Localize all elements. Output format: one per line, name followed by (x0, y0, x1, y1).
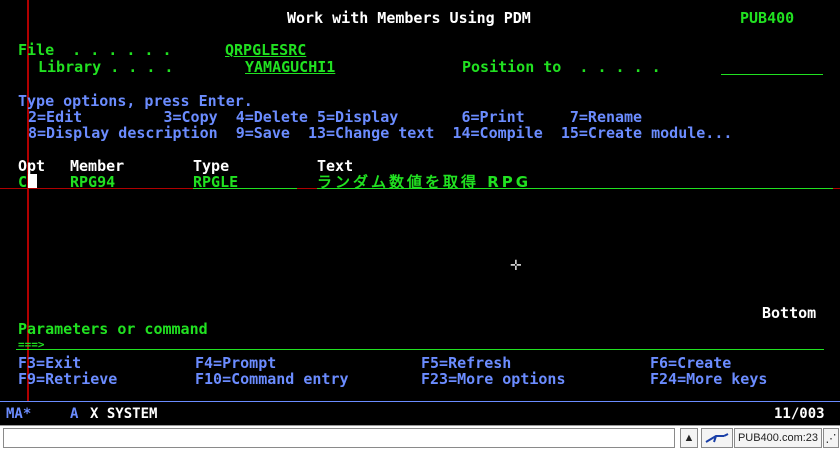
fkey-f6[interactable]: F6=Create (650, 355, 731, 371)
row-text-underline (317, 172, 833, 189)
column-header-opt: Opt (18, 157, 46, 175)
fkey-f24[interactable]: F24=More keys (650, 371, 767, 387)
connect-icon[interactable] (701, 428, 733, 448)
row-opt-input[interactable]: C (18, 174, 27, 190)
host-address: PUB400.com:23 (734, 428, 822, 448)
options-line-1: 2=Edit 3=Copy 4=Delete 5=Display 6=Print… (28, 108, 643, 126)
command-prompt: ===> (18, 338, 45, 351)
text-cursor (28, 174, 37, 188)
library-label: Library . . . . (38, 58, 174, 76)
position-to-input[interactable] (721, 58, 823, 75)
fkey-f23[interactable]: F23=More options (421, 371, 566, 387)
fkey-f10[interactable]: F10=Command entry (195, 371, 349, 387)
status-bar: MA* A X SYSTEM 11/003 (0, 402, 840, 425)
scroll-up-icon[interactable]: ▲ (680, 428, 698, 448)
file-value: QRPGLESRC (225, 41, 307, 59)
emulator-command-input[interactable] (3, 428, 675, 448)
command-label: Parameters or command (18, 320, 208, 338)
list-bottom-indicator: Bottom (762, 304, 817, 322)
file-label: File . . . . . . (18, 41, 172, 59)
plus-cursor-icon: ✛ (510, 258, 522, 274)
cursor-position: 11/003 (774, 406, 825, 422)
fkey-f9[interactable]: F9=Retrieve (18, 371, 117, 387)
emulator-bottom-bar: ▲ PUB400.com:23 ⋰ (0, 425, 840, 450)
screen-title: Work with Members Using PDM (287, 9, 531, 27)
instructions-heading: Type options, press Enter. (18, 92, 253, 110)
fkey-f4[interactable]: F4=Prompt (195, 355, 276, 371)
status-mode: A (70, 406, 79, 422)
resize-grip-icon[interactable]: ⋰ (823, 428, 839, 448)
fkey-f3[interactable]: F3=Exit (18, 355, 81, 371)
fkey-f5[interactable]: F5=Refresh (421, 355, 511, 371)
status-indicator: X SYSTEM (90, 406, 158, 422)
position-to-label: Position to . . . . . (462, 58, 661, 76)
column-header-member: Member (70, 157, 125, 175)
row-member-name: RPG94 (70, 173, 116, 191)
options-line-2: 8=Display description 9=Save 13=Change t… (28, 124, 733, 142)
library-value: YAMAGUCHI1 (245, 58, 336, 76)
row-type-underline (193, 172, 297, 189)
command-input-line[interactable] (16, 349, 824, 350)
status-message-area: MA* (6, 406, 32, 422)
system-name: PUB400 (740, 9, 795, 27)
terminal-screen[interactable]: Work with Members Using PDM PUB400 File … (0, 0, 840, 402)
